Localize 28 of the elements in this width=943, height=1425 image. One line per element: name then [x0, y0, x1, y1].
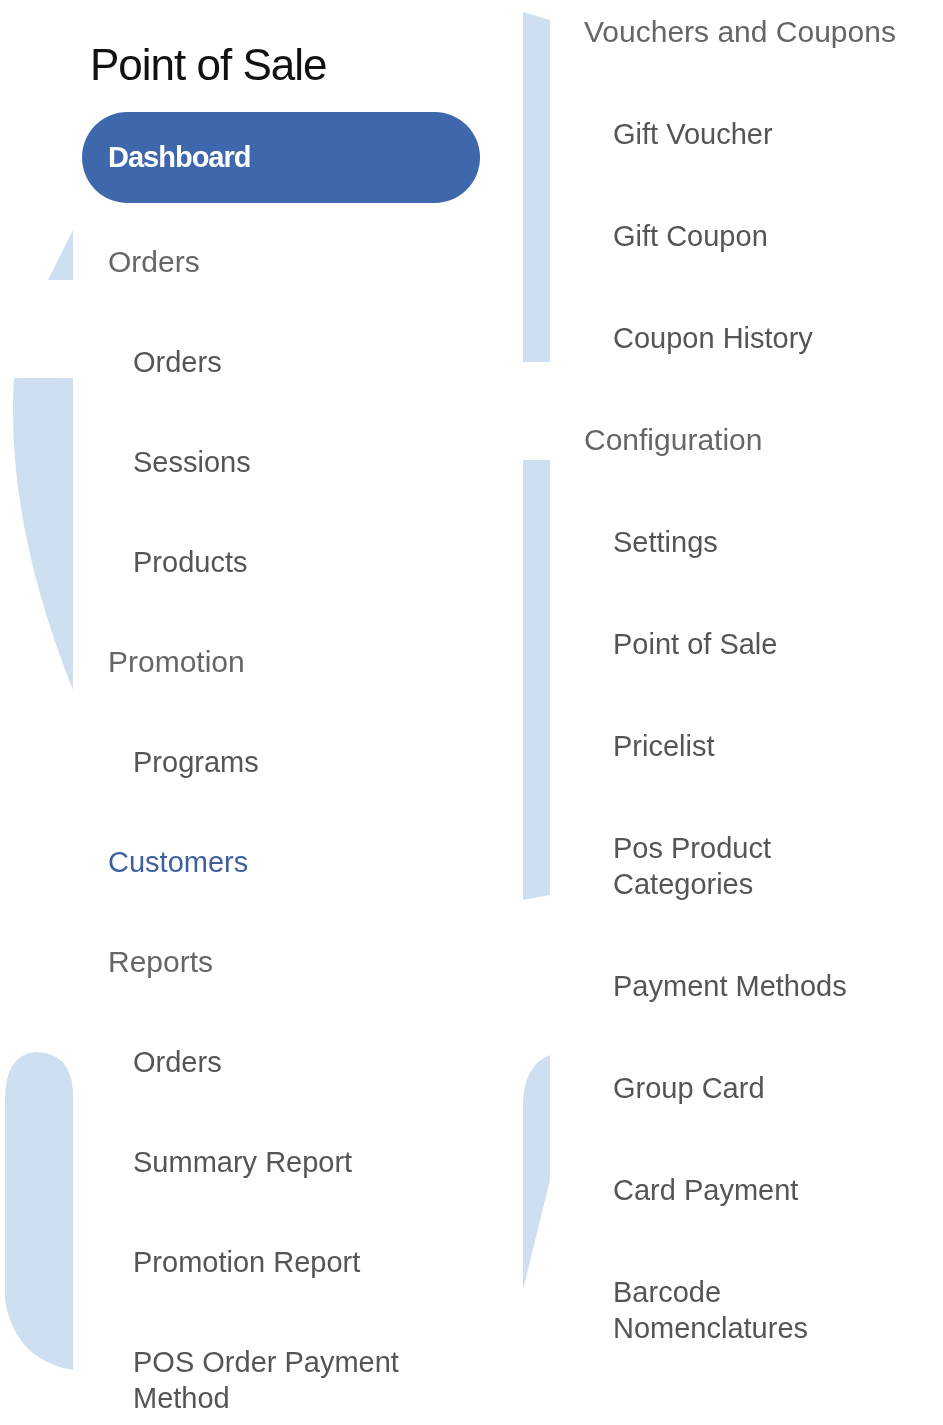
menu-item[interactable]: Pos Product Categories [584, 797, 874, 935]
menu-item[interactable]: Payment Methods [584, 935, 847, 1037]
menu-section-header: Orders [107, 244, 200, 280]
menu-item[interactable]: Summary Report [82, 1112, 353, 1212]
menu-section-header: Vouchers and Coupons [584, 14, 896, 50]
menu-section-header: Promotion [107, 644, 245, 680]
menu-item[interactable]: Dashboard [82, 112, 480, 203]
menu-item[interactable]: Customers [82, 812, 249, 912]
menu-item[interactable]: POS Order Payment Method [82, 1312, 402, 1416]
menu-item[interactable]: Orders [82, 312, 222, 412]
menu-item[interactable]: Coupon History [584, 287, 813, 389]
menu-item[interactable]: Programs [82, 712, 259, 812]
menu-item[interactable]: Sessions [82, 412, 251, 512]
decoration-shape [48, 230, 73, 280]
menu-item[interactable]: Gift Coupon [584, 185, 768, 287]
menu-item[interactable]: Point of Sale [584, 593, 778, 695]
menu-item[interactable]: Card Payment [584, 1139, 799, 1241]
menu-item[interactable]: Products [82, 512, 248, 612]
menu-item[interactable]: Settings [584, 491, 718, 593]
menu-section-header: Reports [107, 944, 214, 980]
menu-item[interactable]: Gift Voucher [584, 83, 773, 185]
app-title: Point of Sale [90, 39, 327, 91]
menu-item[interactable]: Barcode Nomenclatures [584, 1241, 874, 1346]
menu-item[interactable]: Pricelist [584, 695, 715, 797]
menu-section-header: Configuration [584, 422, 763, 458]
menu-item[interactable]: Promotion Report [82, 1212, 361, 1312]
menu-item[interactable]: Orders [82, 1012, 222, 1112]
menu-item[interactable]: Group Card [584, 1037, 765, 1139]
